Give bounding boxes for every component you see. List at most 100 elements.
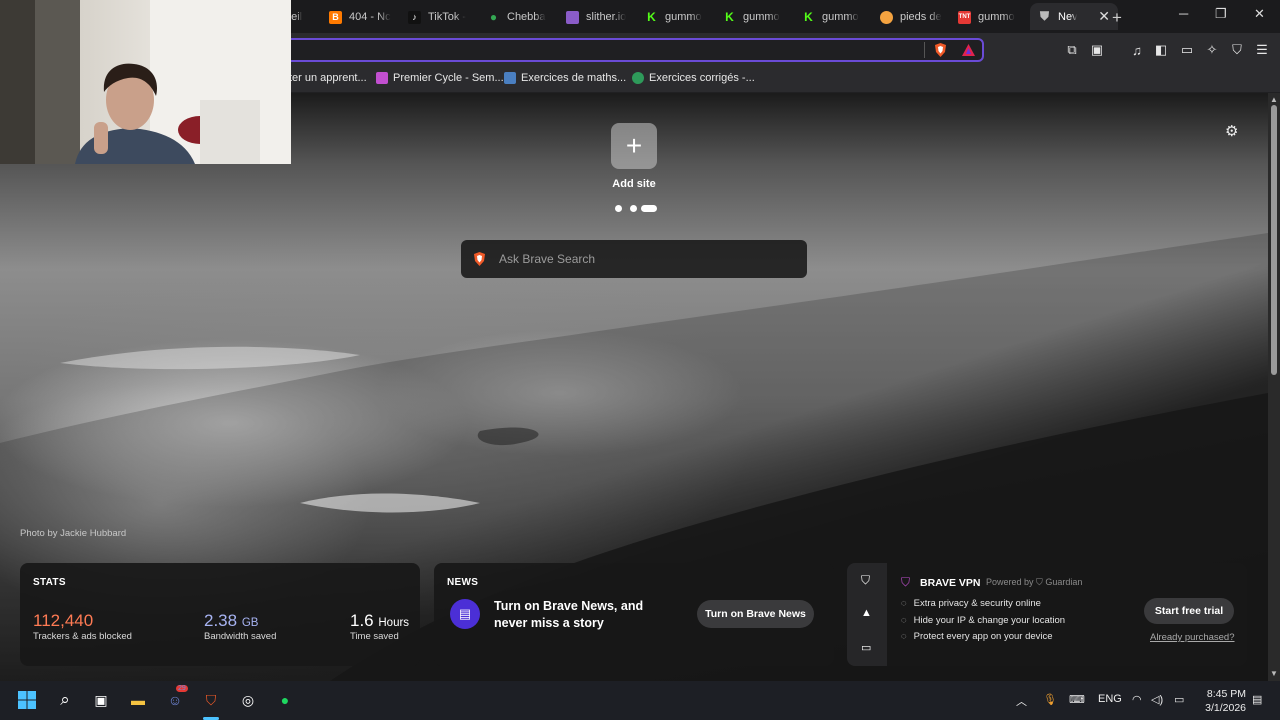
task-view-icon[interactable]: ▣ bbox=[90, 689, 112, 711]
language-indicator[interactable]: ENG bbox=[1098, 693, 1122, 705]
tnt-icon: TNT bbox=[958, 10, 971, 24]
show-hidden-icons-icon[interactable]: ︿ bbox=[1016, 693, 1027, 709]
site-icon bbox=[880, 10, 893, 24]
tab-4[interactable]: ● Chebba bbox=[487, 6, 549, 28]
start-free-trial-button[interactable]: Start free trial bbox=[1144, 598, 1234, 624]
page-dot-active[interactable] bbox=[641, 205, 657, 212]
bookmark-3[interactable]: Exercices de maths... bbox=[504, 72, 626, 84]
add-site-label: Add site bbox=[612, 178, 656, 190]
trackers-label: Trackers & ads blocked bbox=[33, 631, 132, 642]
tab-6[interactable]: K gummo bbox=[645, 6, 707, 28]
clock-date: 3/1/2026 bbox=[1205, 702, 1246, 714]
page-dot-1[interactable] bbox=[615, 205, 622, 212]
vpn-feature-text: Hide your IP & change your location bbox=[913, 615, 1066, 626]
time-stat: 1.6 Hours bbox=[350, 611, 409, 631]
rewards-tab-icon[interactable]: ▲ bbox=[861, 607, 872, 619]
brave-logo-icon bbox=[474, 252, 485, 266]
spotify-icon[interactable]: ● bbox=[274, 689, 296, 711]
maps-pin-icon: ● bbox=[489, 10, 498, 24]
bookmark-2[interactable]: Premier Cycle - Sem... bbox=[376, 72, 504, 84]
close-tab-icon[interactable]: ✕ bbox=[1098, 8, 1110, 25]
scroll-down-icon[interactable]: ▼ bbox=[1270, 669, 1278, 678]
tab-title: slither.io bbox=[586, 11, 627, 23]
vpn-tab-icon[interactable]: ⛉ bbox=[861, 573, 870, 588]
bandwidth-stat: 2.38 GB bbox=[204, 611, 258, 631]
tab-active-new-tab[interactable]: ⛊ Nev ✕ bbox=[1030, 3, 1118, 30]
music-icon[interactable]: ♫ bbox=[1129, 42, 1145, 58]
stats-card: STATS 112,440 Trackers & ads blocked 2.3… bbox=[20, 563, 420, 666]
bookmark-label: Exercices de maths... bbox=[521, 72, 627, 84]
bandwidth-value: 2.38 bbox=[204, 611, 238, 630]
search-placeholder: Ask Brave Search bbox=[499, 252, 596, 266]
brave-rewards-icon[interactable] bbox=[960, 42, 976, 58]
file-explorer-icon[interactable]: ▬ bbox=[127, 689, 149, 711]
new-tab-page: + Add site Ask Brave Search ⚙ Photo by J… bbox=[0, 93, 1268, 681]
tab-8[interactable]: K gummo bbox=[802, 6, 864, 28]
scroll-thumb[interactable] bbox=[1271, 105, 1277, 375]
battery-icon[interactable]: ▭ bbox=[1174, 693, 1184, 706]
wallet-icon[interactable]: ▭ bbox=[1179, 42, 1195, 58]
vpn-title: BRAVE VPN bbox=[920, 577, 981, 589]
kick-icon: K bbox=[804, 10, 813, 24]
bookmark-1[interactable]: ter un apprent... bbox=[289, 72, 367, 84]
add-site-button[interactable]: + bbox=[611, 123, 657, 169]
clock-time: 8:45 PM bbox=[1206, 688, 1246, 700]
maximize-button[interactable]: ❐ bbox=[1215, 6, 1227, 22]
tab-title: gummo bbox=[978, 11, 1015, 23]
tab-3[interactable]: ♪ TikTok - bbox=[408, 6, 470, 28]
windows-start-icon[interactable] bbox=[16, 689, 38, 711]
photo-credit[interactable]: Photo by Jackie Hubbard bbox=[20, 528, 126, 539]
tab-10[interactable]: TNT gummo bbox=[958, 6, 1020, 28]
sidebar-icon[interactable]: ◧ bbox=[1153, 42, 1169, 58]
tab-2[interactable]: B 404 - Nc bbox=[329, 6, 391, 28]
leo-ai-icon[interactable]: ✧ bbox=[1204, 42, 1220, 58]
search-icon[interactable]: ⌕ bbox=[54, 689, 76, 711]
bookmark-label: ter un apprent... bbox=[289, 72, 367, 84]
news-card: NEWS ▤ Turn on Brave News, and never mis… bbox=[434, 563, 834, 666]
page-dot-2[interactable] bbox=[630, 205, 637, 212]
brave-shields-icon[interactable] bbox=[932, 42, 948, 58]
bookmark-favicon bbox=[376, 72, 388, 84]
turn-on-news-button[interactable]: Turn on Brave News bbox=[697, 600, 814, 628]
minimize-button[interactable]: ─ bbox=[1179, 6, 1188, 21]
brave-search-box[interactable]: Ask Brave Search bbox=[461, 240, 807, 278]
keyboard-icon[interactable]: ⌨ bbox=[1069, 693, 1085, 706]
vpn-icon[interactable]: ⛉ bbox=[1229, 42, 1245, 58]
volume-icon[interactable]: ◁) bbox=[1151, 693, 1163, 706]
slither-icon bbox=[566, 10, 579, 24]
tab-title: 404 - Nc bbox=[349, 11, 391, 23]
card-tab-icon[interactable]: ▭ bbox=[861, 641, 871, 654]
page-scrollbar[interactable]: ▲ ▼ bbox=[1268, 93, 1280, 681]
notifications-icon[interactable]: ▤ bbox=[1252, 693, 1262, 706]
tab-title: gummo bbox=[743, 11, 780, 23]
vpn-card: ⛉ ▲ ▭ ⛉ BRAVE VPN Powered by ⛉ Guardian … bbox=[847, 563, 1247, 666]
brave-browser-icon[interactable]: ⛉ bbox=[200, 689, 222, 711]
bookmark-4[interactable]: Exercices corrigés -... bbox=[632, 72, 755, 84]
bookmark-label: Premier Cycle - Sem... bbox=[393, 72, 504, 84]
tab-title: TikTok - bbox=[428, 11, 467, 23]
time-unit: Hours bbox=[378, 617, 410, 629]
wifi-icon[interactable]: ◠ bbox=[1132, 693, 1142, 706]
screenshot-icon[interactable]: ▣ bbox=[1089, 42, 1105, 58]
scroll-up-icon[interactable]: ▲ bbox=[1270, 95, 1278, 104]
new-tab-button[interactable]: + bbox=[1112, 8, 1122, 28]
tab-title: gummo bbox=[822, 11, 859, 23]
powered-by-label: Powered by bbox=[986, 577, 1034, 587]
close-window-button[interactable]: ✕ bbox=[1254, 6, 1265, 22]
settings-gear-icon[interactable]: ⚙ bbox=[1225, 122, 1238, 140]
tab-9[interactable]: pieds de bbox=[880, 6, 942, 28]
chrome-icon[interactable]: ◎ bbox=[237, 689, 259, 711]
brave-vpn-logo-icon: ⛉ bbox=[901, 575, 911, 589]
extensions-icon[interactable]: ⧉ bbox=[1064, 42, 1080, 58]
check-shield-icon: ◌ bbox=[901, 631, 907, 642]
already-purchased-link[interactable]: Already purchased? bbox=[1150, 632, 1235, 643]
address-bar[interactable] bbox=[280, 38, 984, 62]
microphone-icon[interactable]: 🎙 bbox=[1043, 693, 1057, 706]
news-text: Turn on Brave News, and never miss a sto… bbox=[494, 599, 644, 630]
discord-icon[interactable]: ☺ 29 bbox=[164, 685, 188, 711]
partner-name: Guardian bbox=[1045, 577, 1083, 587]
tab-7[interactable]: K gummo bbox=[723, 6, 785, 28]
clock[interactable]: 8:45 PM 3/1/2026 bbox=[1198, 687, 1246, 715]
menu-icon[interactable]: ☰ bbox=[1254, 42, 1270, 58]
tab-5[interactable]: slither.io bbox=[566, 6, 630, 28]
